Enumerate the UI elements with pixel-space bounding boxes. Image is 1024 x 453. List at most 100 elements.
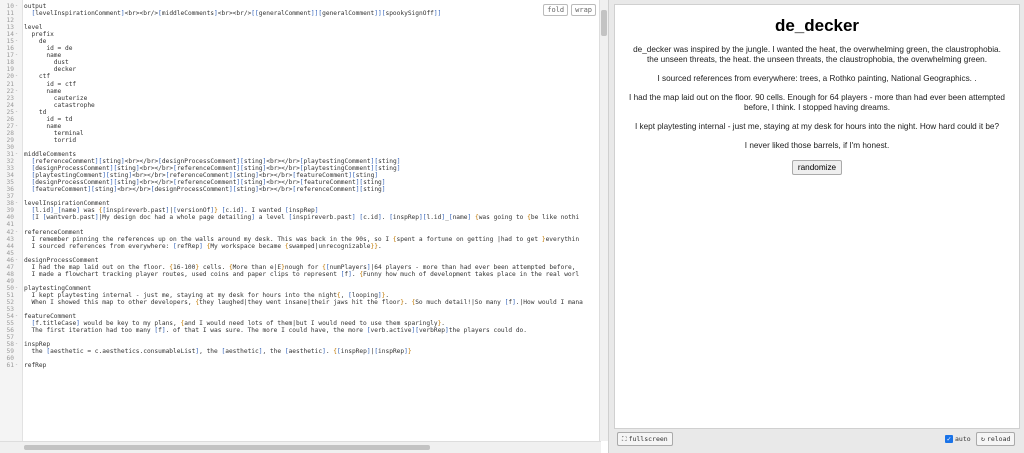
- fold-marker[interactable]: -: [15, 31, 21, 38]
- code-line[interactable]: 16 id = de: [0, 45, 600, 52]
- code-line[interactable]: 32 [referenceComment][sting]<br></br>[de…: [0, 158, 600, 165]
- code-line[interactable]: 55 [f.titleCase] would be key to my plan…: [0, 320, 600, 327]
- fold-marker[interactable]: -: [15, 88, 21, 95]
- code-line[interactable]: 37: [0, 193, 600, 200]
- code-line[interactable]: 40 [I [wantverb.past]|My design doc had …: [0, 214, 600, 221]
- code-text: ctf: [24, 73, 51, 81]
- line-number: 27: [6, 122, 14, 130]
- code-line[interactable]: 42- referenceComment: [0, 229, 600, 236]
- fold-marker[interactable]: -: [15, 123, 21, 130]
- code-line[interactable]: 52 When I showed this map to other devel…: [0, 299, 600, 306]
- code-line[interactable]: 41: [0, 221, 600, 228]
- line-number: 47: [6, 263, 14, 271]
- fold-marker[interactable]: -: [15, 229, 21, 236]
- code-line[interactable]: 48 I made a flowchart tracking player ro…: [0, 271, 600, 278]
- code-line[interactable]: 17- name: [0, 52, 600, 59]
- auto-checkbox-icon[interactable]: ✓: [945, 435, 953, 443]
- fold-marker[interactable]: -: [15, 341, 21, 348]
- code-text: When I showed this map to other develope…: [24, 298, 583, 306]
- fold-marker[interactable]: -: [15, 52, 21, 59]
- fold-marker[interactable]: -: [15, 151, 21, 158]
- line-number: 44: [6, 242, 14, 250]
- code-line[interactable]: 36 [featureComment][sting]<br></br>[desi…: [0, 186, 600, 193]
- code-line[interactable]: 30: [0, 144, 600, 151]
- code-line[interactable]: 26 id = td: [0, 116, 600, 123]
- code-line[interactable]: 50- playtestingComment: [0, 285, 600, 292]
- fold-marker[interactable]: -: [15, 313, 21, 320]
- fold-marker[interactable]: -: [15, 73, 21, 80]
- code-line[interactable]: 21 id = ctf: [0, 81, 600, 88]
- fold-button[interactable]: fold: [543, 4, 569, 16]
- preview-paragraph: I kept playtesting internal - just me, s…: [634, 122, 1000, 131]
- code-line[interactable]: 44 I sourced references from everywhere:…: [0, 243, 600, 250]
- code-line[interactable]: 12: [0, 17, 600, 24]
- code-line[interactable]: 23 cauterize: [0, 95, 600, 102]
- vertical-scrollbar-thumb[interactable]: [601, 10, 607, 36]
- fold-marker[interactable]: -: [15, 285, 21, 292]
- code-line[interactable]: 54- featureComment: [0, 313, 600, 320]
- code-line[interactable]: 20- ctf: [0, 73, 600, 80]
- code-line[interactable]: 61- refRep: [0, 362, 600, 369]
- fold-marker[interactable]: -: [15, 3, 21, 10]
- randomize-button[interactable]: randomize: [791, 160, 843, 175]
- fold-marker[interactable]: -: [15, 362, 21, 369]
- fullscreen-button[interactable]: ⛶ fullscreen: [617, 432, 673, 446]
- code-line[interactable]: 14- prefix: [0, 31, 600, 38]
- code-lines[interactable]: 10- output 11 [levelInspirationComment]<br…: [0, 3, 600, 441]
- code-line[interactable]: 38- levelInspirationComment: [0, 200, 600, 207]
- code-editor[interactable]: 10- output 11 [levelInspirationComment]<br…: [0, 0, 609, 453]
- code-line[interactable]: 49: [0, 278, 600, 285]
- code-line[interactable]: 51 I kept playtesting internal - just me…: [0, 292, 600, 299]
- code-text: id = de: [24, 45, 73, 53]
- code-text: cauterize: [24, 94, 88, 102]
- code-line[interactable]: 34 [playtestingComment][sting]<br></br>[…: [0, 172, 600, 179]
- code-line[interactable]: 47 I had the map laid out on the floor. …: [0, 264, 600, 271]
- code-line[interactable]: 35 [designProcessComment][sting]<br></br…: [0, 179, 600, 186]
- fold-marker[interactable]: -: [15, 109, 21, 116]
- code-line[interactable]: 10- output: [0, 3, 600, 10]
- code-line[interactable]: 19 decker: [0, 66, 600, 73]
- line-number: 11: [6, 10, 14, 18]
- code-line[interactable]: 13 level: [0, 24, 600, 31]
- fold-marker[interactable]: -: [15, 200, 21, 207]
- vertical-scrollbar[interactable]: [599, 0, 608, 441]
- wrap-button[interactable]: wrap: [571, 4, 596, 16]
- code-text: playtestingComment: [24, 284, 92, 292]
- fold-marker[interactable]: -: [15, 38, 21, 45]
- code-line[interactable]: 58- inspRep: [0, 341, 600, 348]
- code-line[interactable]: 24 catastrophe: [0, 102, 600, 109]
- code-line[interactable]: 15- de: [0, 38, 600, 45]
- code-line[interactable]: 22- name: [0, 88, 600, 95]
- code-line[interactable]: 56 The first iteration had too many [f].…: [0, 327, 600, 334]
- code-line[interactable]: 45: [0, 250, 600, 257]
- code-text: designProcessComment: [24, 256, 99, 264]
- code-line[interactable]: 11 [levelInspirationComment]<br><br/>[mi…: [0, 10, 600, 17]
- code-line[interactable]: 28 terminal: [0, 130, 600, 137]
- code-line[interactable]: 60: [0, 355, 600, 362]
- line-number: 49: [6, 277, 14, 285]
- line-number: 16: [6, 45, 14, 53]
- code-text: [featureComment][sting]<br></br>[designP…: [31, 186, 386, 194]
- code-line[interactable]: 46- designProcessComment: [0, 257, 600, 264]
- line-number: 38: [6, 200, 14, 208]
- line-number: 40: [6, 214, 14, 222]
- code-line[interactable]: 53: [0, 306, 600, 313]
- code-line[interactable]: 59 the [aesthetic = c.aesthetics.consuma…: [0, 348, 600, 355]
- code-line[interactable]: 31- middleComments: [0, 151, 600, 158]
- code-text: [f.titleCase] would be key to my plans, …: [31, 320, 446, 328]
- code-text: name: [24, 52, 62, 60]
- horizontal-scrollbar[interactable]: [0, 441, 601, 453]
- code-line[interactable]: 25- td: [0, 109, 600, 116]
- reload-button[interactable]: ↻ reload: [976, 432, 1016, 446]
- horizontal-scrollbar-thumb[interactable]: [24, 445, 430, 450]
- code-line[interactable]: 43 I remember pinning the references up …: [0, 236, 600, 243]
- code-line[interactable]: 29 torrid: [0, 137, 600, 144]
- code-text: levelInspirationComment: [24, 200, 110, 208]
- code-line[interactable]: 33 [designProcessComment][sting]<br></br…: [0, 165, 600, 172]
- auto-toggle[interactable]: ✓ auto: [945, 432, 971, 446]
- code-line[interactable]: 18 dust: [0, 59, 600, 66]
- code-line[interactable]: 57: [0, 334, 600, 341]
- code-line[interactable]: 27- name: [0, 123, 600, 130]
- fold-marker[interactable]: -: [15, 257, 21, 264]
- code-line[interactable]: 39 [l.id]_[name] was {[inspireverb.past]…: [0, 207, 600, 214]
